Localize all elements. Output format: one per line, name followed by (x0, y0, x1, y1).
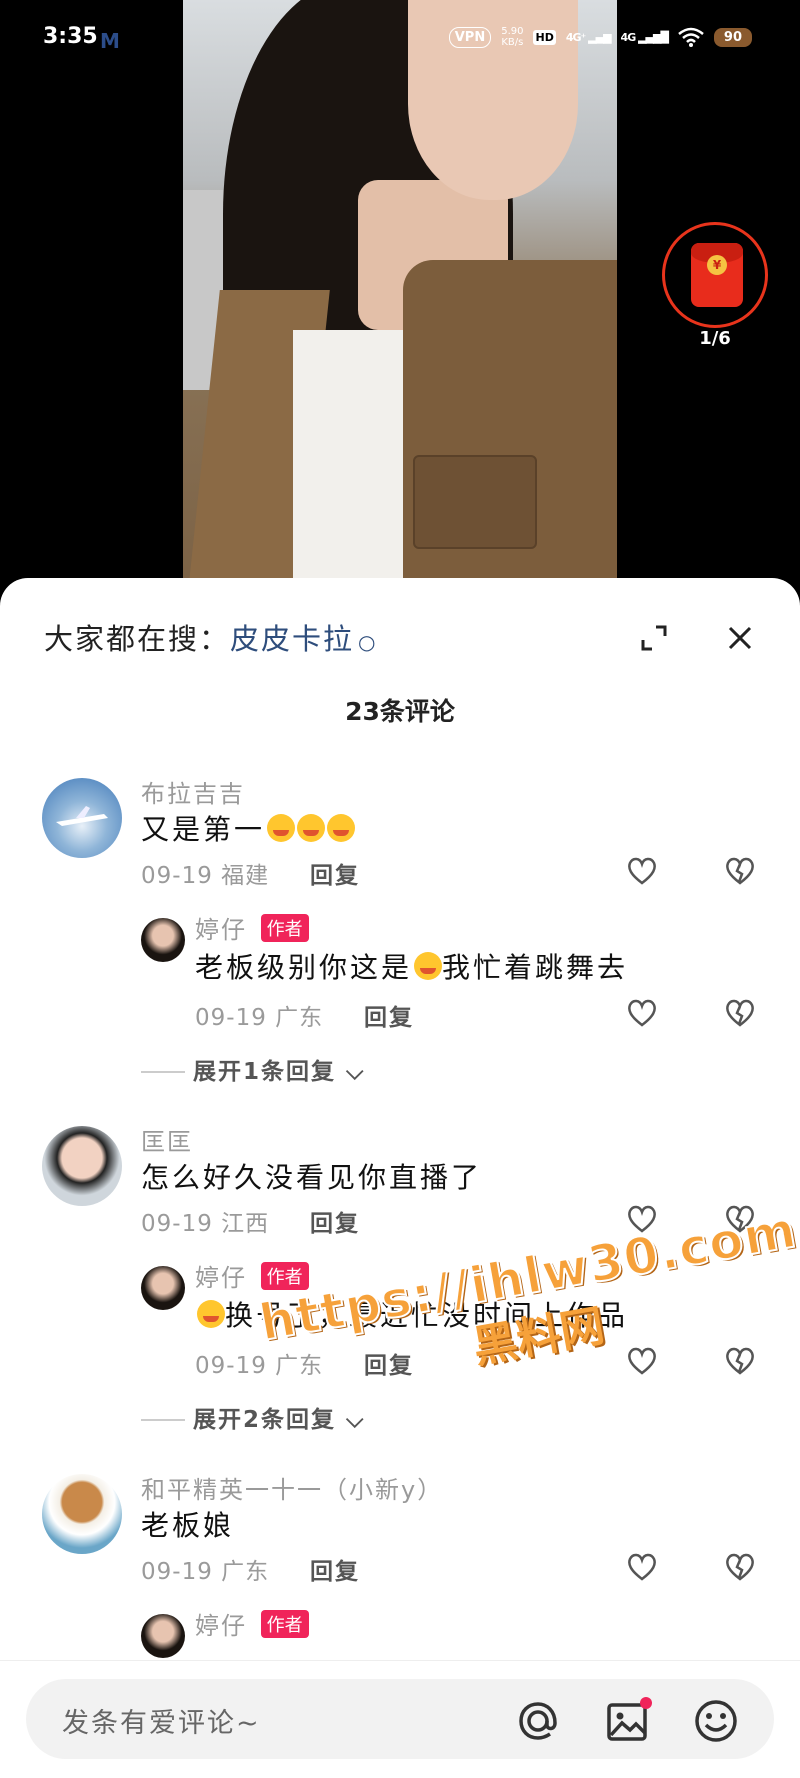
heart-icon[interactable] (626, 998, 658, 1028)
expand-replies-label: 展开2条回复 (193, 1407, 337, 1433)
dislike-icon[interactable] (724, 998, 756, 1028)
at-icon[interactable] (514, 1697, 562, 1745)
comment-input-bar: 发条有爱评论~ (0, 1660, 800, 1778)
author-badge: 作者 (260, 1610, 309, 1638)
comment-input-placeholder: 发条有爱评论~ (62, 1708, 261, 1739)
heart-icon[interactable] (626, 856, 658, 886)
dislike-icon[interactable] (724, 856, 756, 886)
signal-4g-label: 4G (620, 30, 637, 44)
comment-date-location: 09-19 广东 (195, 1005, 324, 1031)
reply-button[interactable]: 回复 (310, 1204, 360, 1238)
hd-icon: HD (533, 29, 556, 45)
signal-4g-plus-icon: 4G⁺ ▂▄▆ (565, 30, 612, 44)
red-envelope-icon: ¥ (691, 243, 743, 307)
airplane-icon (56, 806, 108, 826)
video-subject-shirt (293, 330, 413, 600)
comment-author[interactable]: 匡匡 (141, 1122, 193, 1157)
comment-text: 又是第一 (141, 808, 356, 848)
heart-icon[interactable] (626, 1552, 658, 1582)
emoji-icon[interactable] (692, 1697, 740, 1745)
crying-emoji-icon (197, 1300, 225, 1328)
crying-emoji-icon (297, 814, 326, 842)
crying-emoji-icon (327, 814, 356, 842)
reply-button[interactable]: 回复 (310, 856, 360, 890)
comment-text: 老板级别你这是 我忙着跳舞去 (195, 946, 628, 986)
trending-search-term[interactable]: 皮皮卡拉 (230, 622, 354, 656)
coin-icon: ¥ (707, 255, 727, 275)
comment-text: 老板娘 (141, 1509, 235, 1542)
comments-count-title: 23条评论 (345, 697, 455, 726)
divider (141, 1419, 185, 1421)
video-subject-jacket-right (403, 260, 617, 600)
dislike-icon[interactable] (724, 1552, 756, 1582)
chevron-down-icon: ⌵ (346, 1059, 366, 1085)
comment-text-content: 又是第一 (141, 813, 266, 846)
comment-author[interactable]: 婷仔 作者 (195, 910, 309, 945)
comment-input[interactable]: 发条有爱评论~ (26, 1679, 774, 1759)
author-badge: 作者 (260, 914, 309, 942)
comment-author-name: 婷仔 (195, 1264, 247, 1292)
expand-replies-button[interactable]: 展开2条回复 ⌵ (141, 1400, 365, 1434)
dislike-icon[interactable] (724, 1346, 756, 1376)
comments-sheet: 大家都在搜：皮皮卡拉 ○ 23条评论 布拉吉吉 又是第一 09-19 福建 回复 … (0, 578, 800, 1777)
comment-text: 怎么好久没看见你直播了 (141, 1161, 483, 1194)
comment-date-location: 09-19 广东 (141, 1559, 270, 1585)
red-envelope-count: 1/6 (699, 328, 731, 349)
chevron-down-icon: ⌵ (346, 1407, 366, 1433)
comment-author[interactable]: 婷仔 作者 (195, 1606, 309, 1641)
avatar[interactable] (141, 1614, 185, 1658)
avatar[interactable] (42, 778, 122, 858)
battery-icon: 90 (713, 27, 752, 47)
red-envelope-button[interactable]: ¥ (662, 222, 768, 328)
trending-search[interactable]: 大家都在搜：皮皮卡拉 ○ (44, 616, 377, 658)
video-subject-pocket (413, 455, 537, 549)
expand-replies-label: 展开1条回复 (193, 1059, 337, 1085)
app-notification-icon: M (100, 29, 120, 53)
comment-date-location: 09-19 江西 (141, 1211, 270, 1237)
image-icon[interactable] (604, 1697, 652, 1745)
crying-emoji-icon (267, 814, 296, 842)
expand-replies-button[interactable]: 展开1条回复 ⌵ (141, 1052, 365, 1086)
status-bar: 3:35 M VPN 5.90 KB/s HD 4G⁺ ▂▄▆ 4G ▂▄▆█ … (0, 0, 800, 80)
signal-4g-plus-label: 4G⁺ (565, 30, 586, 44)
avatar[interactable] (42, 1126, 122, 1206)
comment-date-location: 09-19 福建 (141, 863, 270, 889)
divider (141, 1071, 185, 1073)
avatar[interactable] (42, 1474, 122, 1554)
comment-text-part: 我忙着跳舞去 (442, 951, 629, 984)
close-icon[interactable] (726, 624, 754, 652)
network-speed-value: 5.90 (501, 26, 524, 37)
comment-text-part: 老板级别你这是 (195, 951, 413, 984)
comment-author-name: 婷仔 (195, 916, 247, 944)
network-speed: 5.90 KB/s (501, 26, 523, 48)
search-icon: ○ (358, 630, 378, 654)
status-indicators: VPN 5.90 KB/s HD 4G⁺ ▂▄▆ 4G ▂▄▆█ 90 (448, 26, 752, 48)
expand-icon[interactable] (640, 624, 668, 652)
avatar[interactable] (141, 1266, 185, 1310)
crying-emoji-icon (414, 952, 443, 980)
network-speed-unit: KB/s (501, 37, 524, 48)
vpn-icon: VPN (448, 26, 492, 48)
reply-button[interactable]: 回复 (364, 998, 414, 1032)
status-time: 3:35 (43, 24, 98, 49)
comment-author[interactable]: 布拉吉吉 (141, 774, 245, 809)
comment-author[interactable]: 和平精英一十一（小新y） (141, 1470, 443, 1505)
comment-author-name: 婷仔 (195, 1612, 247, 1640)
avatar[interactable] (141, 918, 185, 962)
heart-icon[interactable] (626, 1346, 658, 1376)
signal-4g-icon: 4G ▂▄▆█ (620, 30, 669, 44)
video-player[interactable] (183, 0, 617, 600)
reply-button[interactable]: 回复 (310, 1552, 360, 1586)
trending-search-prefix: 大家都在搜： (44, 622, 231, 656)
wifi-icon (678, 27, 704, 47)
